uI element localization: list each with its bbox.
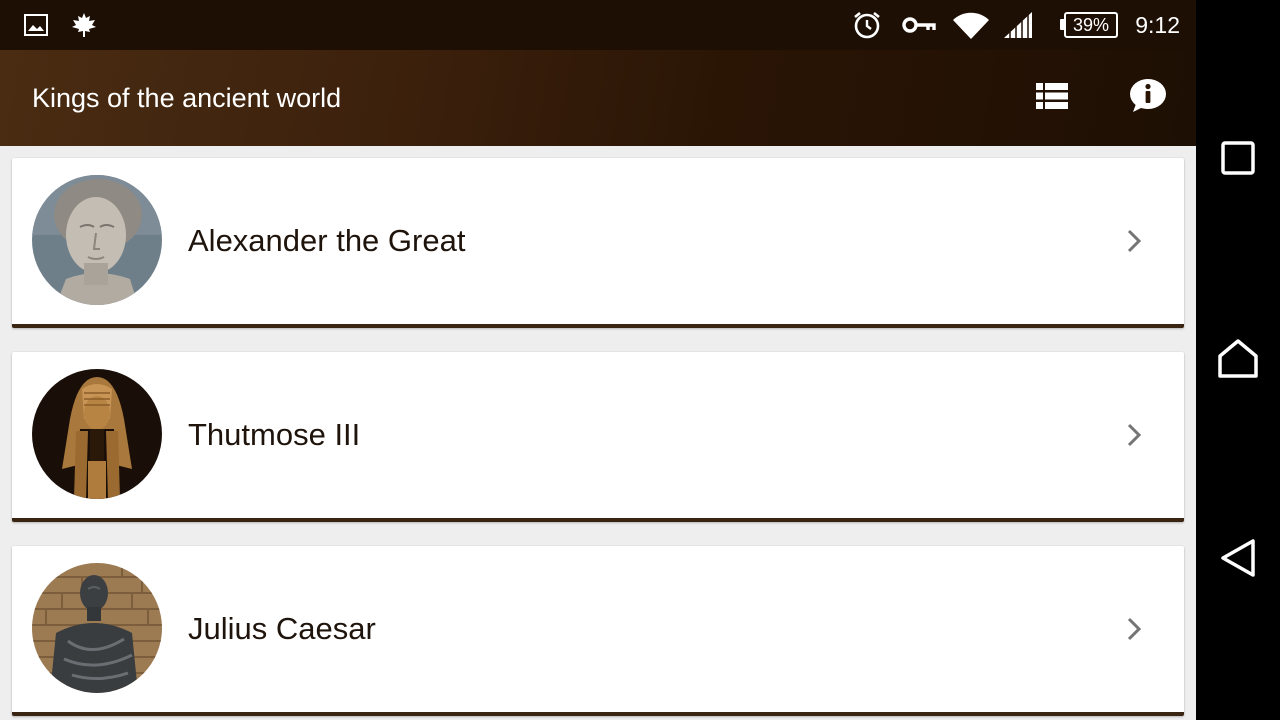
info-button[interactable] bbox=[1124, 74, 1172, 122]
back-triangle-icon bbox=[1219, 538, 1257, 582]
king-name: Alexander the Great bbox=[188, 223, 466, 258]
home-button[interactable] bbox=[1208, 330, 1268, 390]
clock: 9:12 bbox=[1135, 12, 1180, 38]
battery-percent: 39% bbox=[1072, 15, 1110, 35]
king-name: Thutmose III bbox=[188, 417, 361, 452]
gallery-icon bbox=[22, 0, 50, 50]
recents-square-icon bbox=[1221, 141, 1255, 179]
avatar-alexander bbox=[32, 175, 162, 305]
app-bar: Kings of the ancient world bbox=[0, 50, 1196, 146]
list-view-button[interactable] bbox=[1028, 74, 1076, 122]
chevron-right-icon bbox=[1120, 609, 1148, 649]
navigation-bar bbox=[1196, 0, 1280, 720]
avatar-thutmose bbox=[32, 369, 162, 499]
chevron-right-icon bbox=[1120, 221, 1148, 261]
back-button[interactable] bbox=[1208, 530, 1268, 590]
list-item-caesar[interactable]: Julius Caesar bbox=[12, 546, 1184, 716]
info-icon bbox=[1128, 78, 1168, 118]
list-view-icon bbox=[1035, 82, 1069, 114]
list-item-alexander[interactable]: Alexander the Great bbox=[12, 158, 1184, 328]
app-screen: 39% 9:12 Kings of the ancient world Alex… bbox=[0, 0, 1196, 720]
list-item-thutmose[interactable]: Thutmose III bbox=[12, 352, 1184, 522]
king-name: Julius Caesar bbox=[188, 611, 376, 646]
signal-icon bbox=[1000, 0, 1036, 50]
recents-button[interactable] bbox=[1208, 130, 1268, 190]
wifi-icon bbox=[950, 0, 992, 50]
app-title: Kings of the ancient world bbox=[32, 83, 342, 113]
chevron-right-icon bbox=[1120, 415, 1148, 455]
kings-list: Alexander the Great Thutmose III Julius … bbox=[0, 146, 1196, 720]
maple-leaf-icon bbox=[68, 0, 100, 50]
home-icon bbox=[1217, 338, 1259, 382]
avatar-caesar bbox=[32, 563, 162, 693]
status-bar: 39% 9:12 bbox=[0, 0, 1196, 50]
vpn-key-icon bbox=[900, 0, 938, 50]
alarm-icon bbox=[850, 0, 884, 50]
